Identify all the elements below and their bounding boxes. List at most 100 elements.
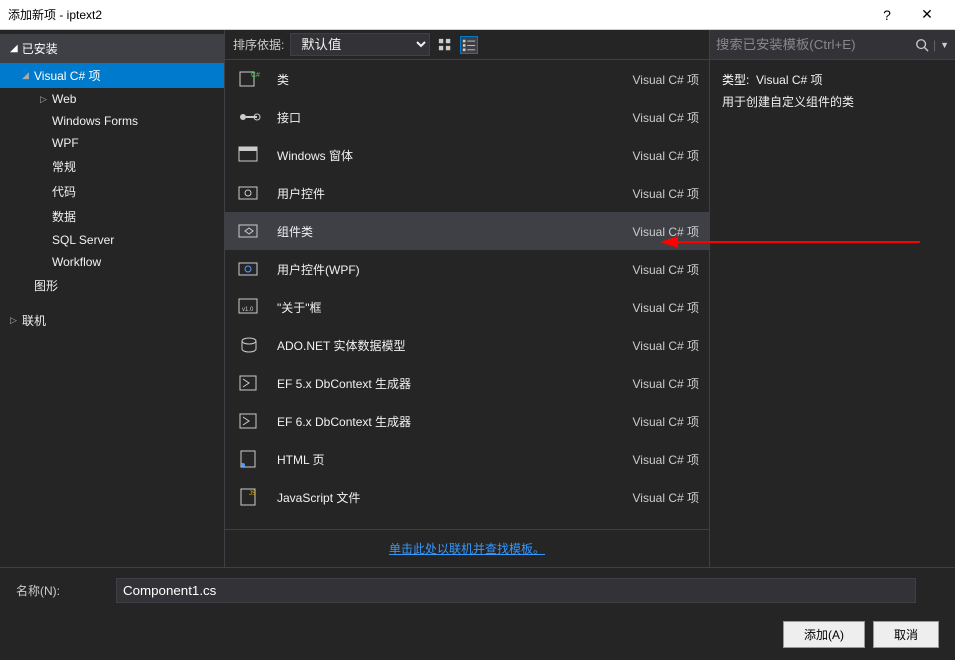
template-row[interactable]: v1.0"关于"框Visual C# 项 — [225, 288, 709, 326]
chevron-right-icon: ▷ — [40, 94, 52, 105]
ef-icon — [235, 372, 263, 394]
about-icon: v1.0 — [235, 296, 263, 318]
template-lang: Visual C# 项 — [633, 375, 699, 392]
tree-item[interactable]: Workflow — [0, 251, 224, 273]
category-tree: ◢ 已安装 ◢ Visual C# 项 ▷Web Windows Forms W… — [0, 30, 225, 567]
search-input[interactable] — [716, 37, 915, 52]
template-name: 组件类 — [277, 223, 619, 240]
sort-label: 排序依据: — [233, 36, 284, 53]
template-row[interactable]: ADO.NET 实体数据模型 Visual C# 项 — [225, 326, 709, 364]
dropdown-icon[interactable]: ▼ — [940, 40, 949, 50]
online-search-link-container: 单击此处以联机并查找模板。 — [225, 529, 709, 567]
template-row[interactable]: HTML 页 Visual C# 项 — [225, 440, 709, 478]
js-icon: JS — [235, 486, 263, 508]
tree-item-csharp[interactable]: ◢ Visual C# 项 — [0, 63, 224, 88]
template-lang: Visual C# 项 — [633, 451, 699, 468]
tree-item[interactable]: Windows Forms — [0, 110, 224, 132]
cancel-button[interactable]: 取消 — [873, 621, 939, 648]
template-name: EF 6.x DbContext 生成器 — [277, 413, 619, 430]
tree-label: 代码 — [52, 183, 76, 200]
template-lang: Visual C# 项 — [633, 147, 699, 164]
usercontrol-icon — [235, 182, 263, 204]
template-list[interactable]: C#类Visual C# 项接口Visual C# 项Windows 窗体Vis… — [225, 60, 709, 529]
template-row[interactable]: 组件类Visual C# 项 — [225, 212, 709, 250]
tree-label: SQL Server — [52, 233, 114, 247]
tree-item[interactable]: 数据 — [0, 204, 224, 229]
template-name: EF 5.x DbContext 生成器 — [277, 375, 619, 392]
template-name: 接口 — [277, 109, 619, 126]
add-button[interactable]: 添加(A) — [783, 621, 865, 648]
template-lang: Visual C# 项 — [633, 185, 699, 202]
form-icon — [235, 144, 263, 166]
filename-input[interactable] — [116, 578, 916, 603]
chevron-right-icon: ▷ — [10, 315, 22, 326]
ef-icon — [235, 410, 263, 432]
template-name: HTML 页 — [277, 451, 619, 468]
tree-item[interactable]: 代码 — [0, 179, 224, 204]
template-name: Windows 窗体 — [277, 147, 619, 164]
tree-item-online[interactable]: ▷联机 — [0, 308, 224, 333]
tree-label: Web — [52, 92, 76, 106]
tree-label: 数据 — [52, 208, 76, 225]
template-row[interactable]: C# 类 Visual C# 项 — [225, 60, 709, 98]
details-pane: | ▼ 类型: Visual C# 项 用于创建自定义组件的类 — [710, 30, 955, 567]
tree-root-installed[interactable]: ◢ 已安装 — [0, 34, 224, 63]
chevron-down-icon: ◢ — [22, 70, 34, 81]
type-label: 类型: — [722, 73, 749, 87]
template-lang: Visual C# 项 — [633, 71, 699, 88]
template-name: JavaScript 文件 — [277, 489, 619, 506]
template-lang: Visual C# 项 — [633, 261, 699, 278]
tree-label: Windows Forms — [52, 114, 138, 128]
online-search-link[interactable]: 单击此处以联机并查找模板。 — [389, 542, 545, 556]
help-button[interactable]: ? — [867, 7, 907, 23]
template-lang: Visual C# 项 — [633, 109, 699, 126]
svg-text:JS: JS — [249, 491, 256, 497]
tree-item[interactable]: WPF — [0, 132, 224, 154]
window-title: 添加新项 - iptext2 — [8, 6, 867, 23]
interface-icon — [235, 106, 263, 128]
html-icon — [235, 448, 263, 470]
template-row[interactable]: JS JavaScript 文件 Visual C# 项 — [225, 478, 709, 516]
template-lang: Visual C# 项 — [633, 489, 699, 506]
tree-item[interactable]: ▷Web — [0, 88, 224, 110]
tree-item[interactable]: 常规 — [0, 154, 224, 179]
ado-icon — [235, 334, 263, 356]
dialog-buttons: 添加(A) 取消 — [0, 613, 955, 660]
view-grid-button[interactable] — [436, 36, 454, 54]
component-icon — [235, 220, 263, 242]
sort-dropdown[interactable]: 默认值 — [290, 33, 430, 56]
template-row[interactable]: EF 6.x DbContext 生成器Visual C# 项 — [225, 402, 709, 440]
svg-text:v1.0: v1.0 — [242, 307, 254, 313]
template-name: 用户控件 — [277, 185, 619, 202]
tree-label: 已安装 — [22, 40, 58, 57]
tree-label: Workflow — [52, 255, 101, 269]
class-icon: C# — [235, 68, 263, 90]
titlebar: 添加新项 - iptext2 ? ✕ — [0, 0, 955, 30]
template-name: 用户控件(WPF) — [277, 261, 619, 278]
search-icon — [915, 38, 929, 52]
template-lang: Visual C# 项 — [633, 337, 699, 354]
template-description: 用于创建自定义组件的类 — [722, 92, 943, 114]
search-box[interactable]: | ▼ — [710, 30, 955, 60]
tree-label: 联机 — [22, 312, 46, 329]
chevron-down-icon: ◢ — [10, 43, 18, 54]
template-row[interactable]: EF 5.x DbContext 生成器 Visual C# 项 — [225, 364, 709, 402]
close-button[interactable]: ✕ — [907, 6, 947, 23]
tree-label: WPF — [52, 136, 79, 150]
template-row[interactable]: 接口 Visual C# 项 — [225, 98, 709, 136]
tree-item[interactable]: 图形 — [0, 273, 224, 298]
template-name: 类 — [277, 71, 619, 88]
toolbar: 排序依据: 默认值 — [225, 30, 709, 60]
template-name: "关于"框 — [277, 299, 619, 316]
usercontrol-wpf-icon — [235, 258, 263, 280]
template-row[interactable]: 用户控件 Visual C# 项 — [225, 174, 709, 212]
type-value: Visual C# 项 — [756, 73, 822, 87]
template-row[interactable]: Windows 窗体 Visual C# 项 — [225, 136, 709, 174]
tree-label: 图形 — [34, 277, 58, 294]
tree-label: 常规 — [52, 158, 76, 175]
tree-item[interactable]: SQL Server — [0, 229, 224, 251]
template-name: ADO.NET 实体数据模型 — [277, 337, 619, 354]
svg-text:C#: C# — [251, 72, 260, 79]
template-row[interactable]: 用户控件(WPF) Visual C# 项 — [225, 250, 709, 288]
view-list-button[interactable] — [460, 36, 478, 54]
